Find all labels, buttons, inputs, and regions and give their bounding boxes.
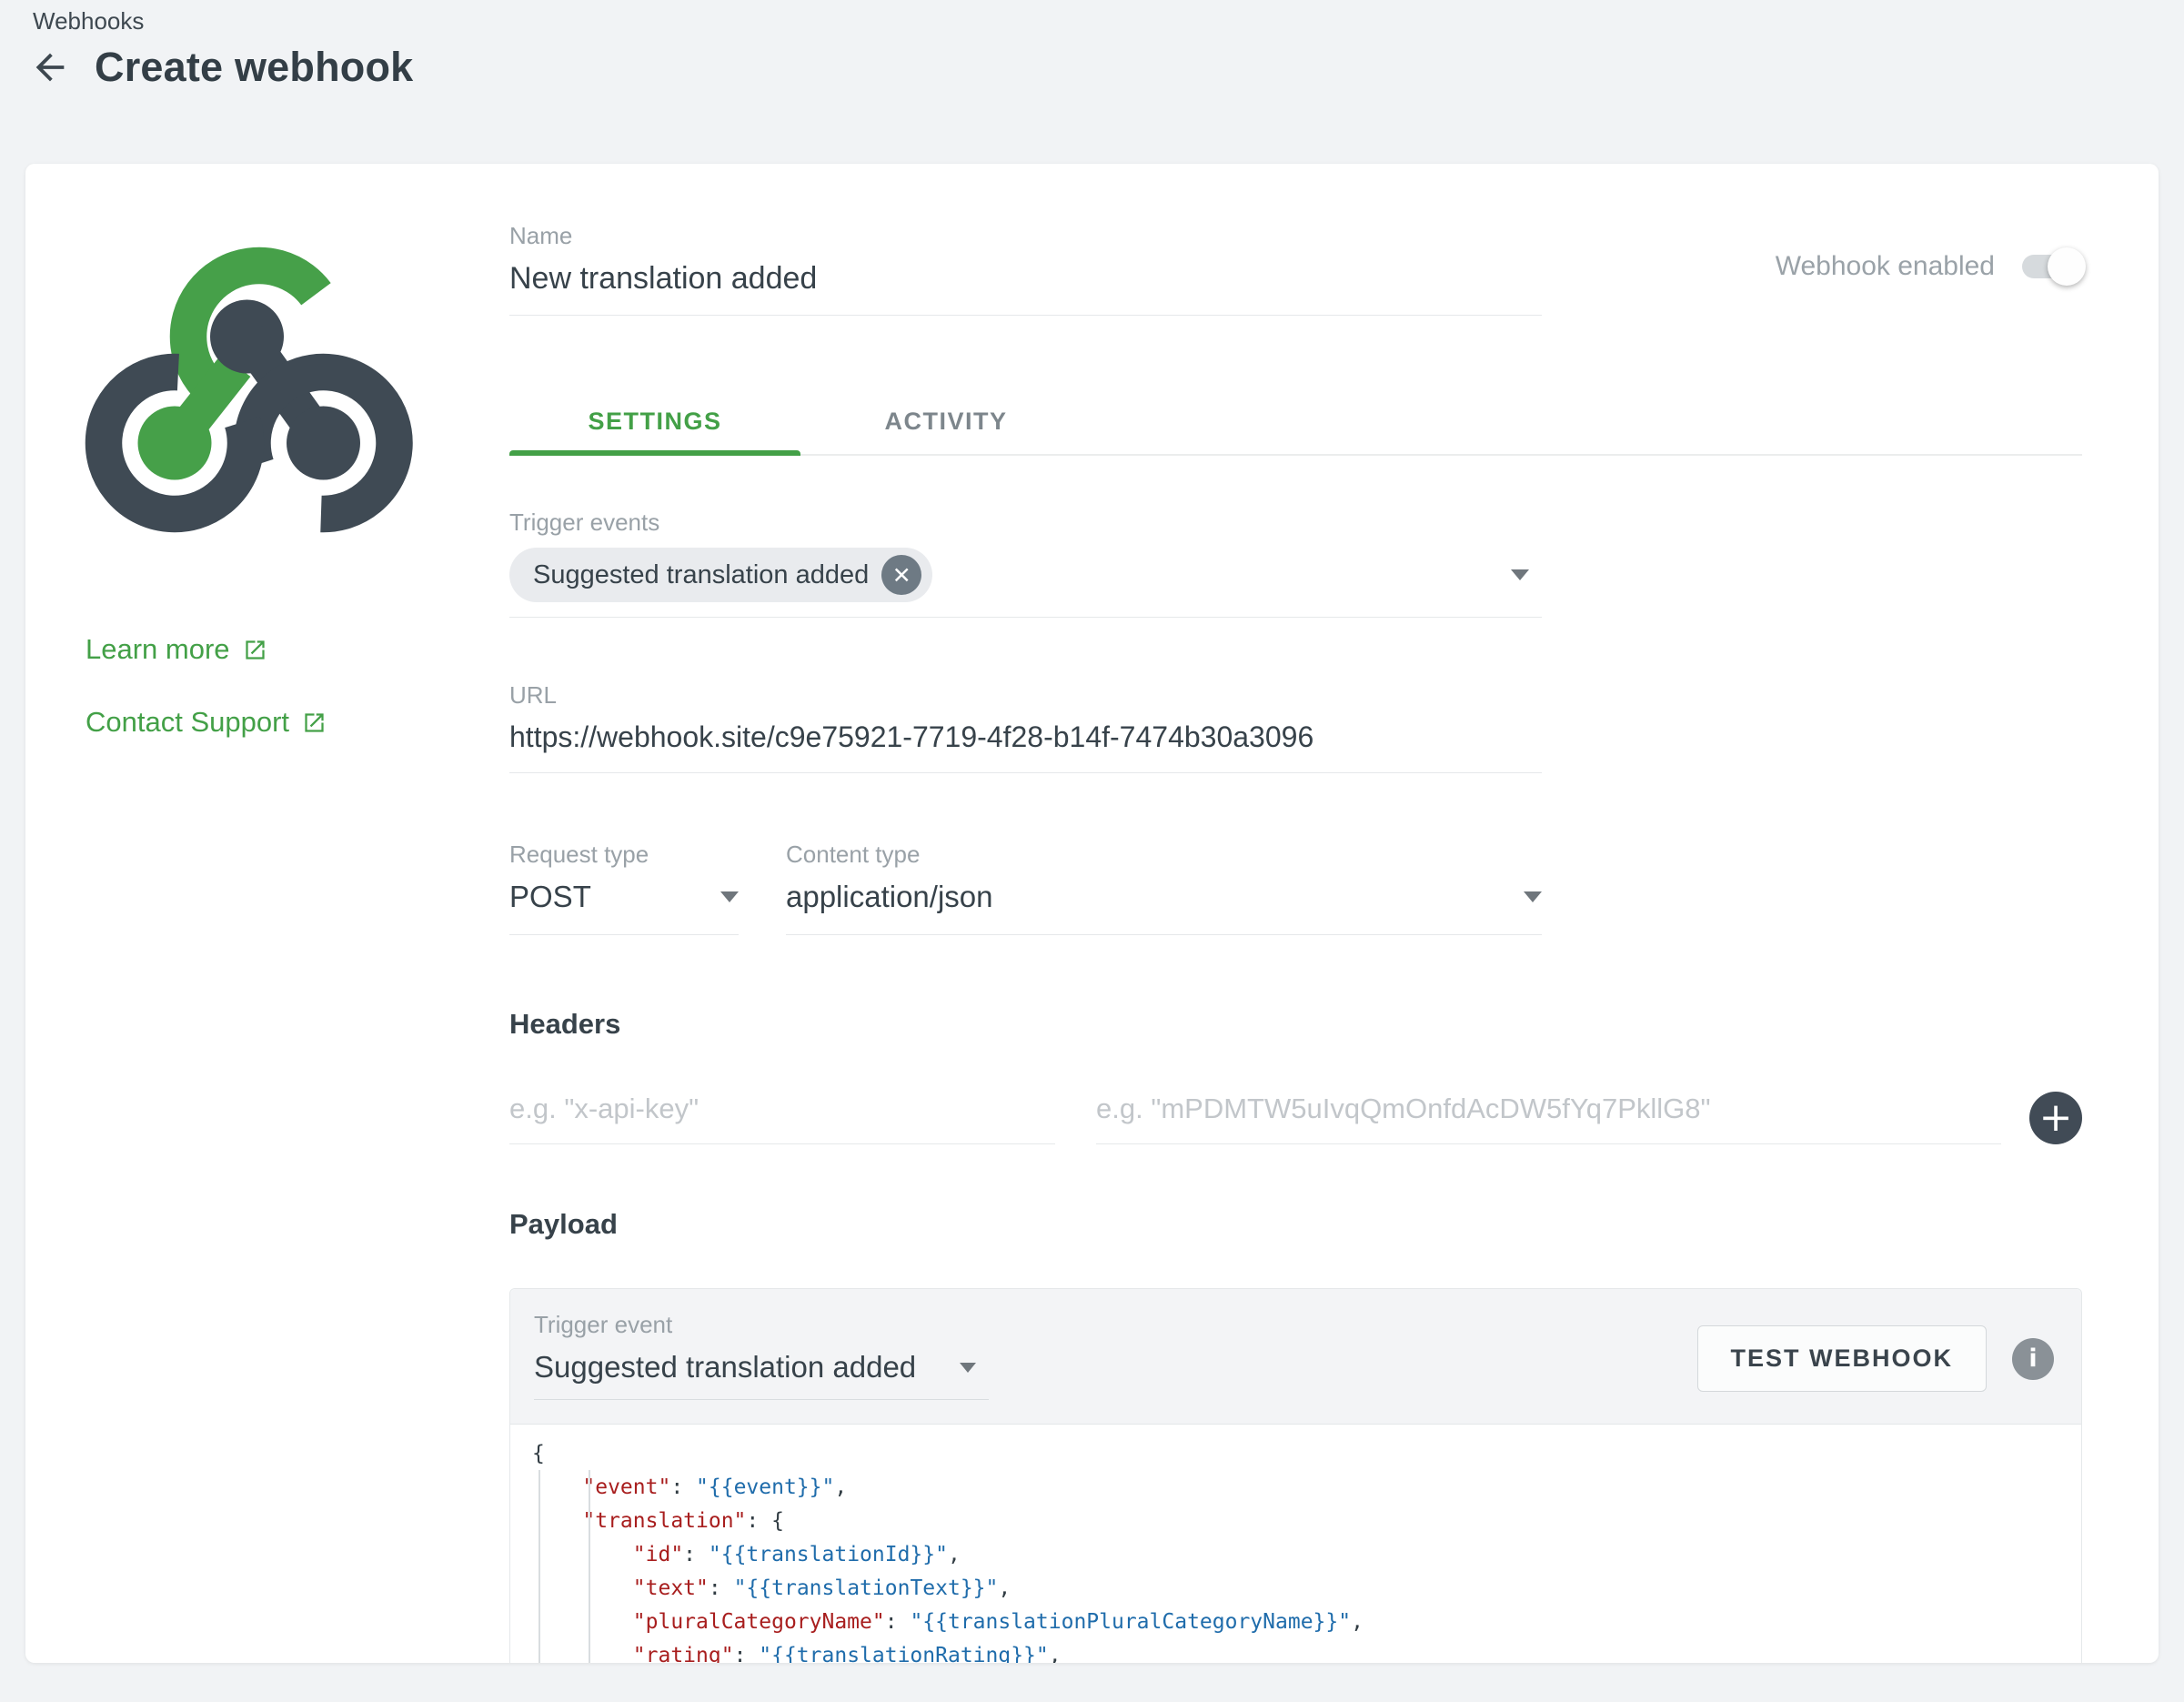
- payload-trigger-value: Suggested translation added: [534, 1350, 916, 1385]
- url-field: URL: [509, 681, 1542, 773]
- name-label: Name: [509, 222, 1542, 250]
- indent-guide: [589, 1470, 590, 1663]
- indent-guide: [538, 1470, 540, 1663]
- content-type-value: application/json: [786, 880, 993, 914]
- payload-heading: Payload: [509, 1208, 2082, 1241]
- toggle-thumb: [2048, 247, 2086, 286]
- learn-more-link[interactable]: Learn more: [86, 633, 327, 666]
- chevron-down-icon[interactable]: [720, 891, 739, 902]
- payload-code-lines: { "event": "{{event}}", "translation": {…: [532, 1437, 2081, 1663]
- chip-label: Suggested translation added: [533, 560, 869, 590]
- chip-remove-icon[interactable]: ✕: [881, 555, 921, 595]
- payload-panel-header: Trigger event Suggested translation adde…: [510, 1289, 2081, 1425]
- headers-heading: Headers: [509, 1008, 2082, 1041]
- test-webhook-button[interactable]: TEST WEBHOOK: [1697, 1325, 1988, 1392]
- panel-actions: TEST WEBHOOK i: [1697, 1325, 2055, 1392]
- payload-panel: Trigger event Suggested translation adde…: [509, 1288, 2082, 1663]
- payload-trigger-label: Trigger event: [534, 1311, 989, 1339]
- webhook-enabled-label: Webhook enabled: [1776, 251, 1995, 282]
- trigger-event-chip[interactable]: Suggested translation added ✕: [509, 548, 932, 602]
- tab-settings[interactable]: SETTINGS: [509, 388, 800, 454]
- breadcrumb[interactable]: Webhooks: [33, 7, 144, 35]
- chevron-down-icon[interactable]: [960, 1363, 976, 1373]
- contact-support-link[interactable]: Contact Support: [86, 706, 327, 739]
- request-type-value: POST: [509, 880, 591, 914]
- webhook-enabled-row: Webhook enabled: [1776, 251, 2082, 282]
- add-header-button[interactable]: +: [2029, 1092, 2082, 1144]
- request-type-label: Request type: [509, 841, 739, 869]
- page-title: Create webhook: [95, 44, 413, 91]
- header-value-input[interactable]: [1096, 1093, 2001, 1143]
- tab-bar: SETTINGS ACTIVITY: [509, 388, 2082, 456]
- contact-support-label: Contact Support: [86, 706, 289, 739]
- title-row: Create webhook: [27, 44, 413, 91]
- webhook-logo: [82, 217, 437, 580]
- chevron-down-icon[interactable]: [1511, 569, 1529, 580]
- external-link-icon: [302, 710, 327, 735]
- side-links: Learn more Contact Support: [86, 633, 327, 739]
- headers-row: +: [509, 1092, 2082, 1144]
- content-type-select[interactable]: Content type application/json: [786, 841, 1542, 935]
- learn-more-label: Learn more: [86, 633, 230, 666]
- trigger-events-label: Trigger events: [509, 509, 1542, 537]
- type-row: Request type POST Content type applicati…: [509, 841, 2082, 935]
- name-field: Name: [509, 222, 1542, 316]
- payload-code[interactable]: { "event": "{{event}}", "translation": {…: [510, 1425, 2081, 1663]
- external-link-icon: [243, 638, 267, 662]
- payload-trigger-select[interactable]: Trigger event Suggested translation adde…: [534, 1311, 989, 1400]
- webhook-card: Learn more Contact Support Name Webhook …: [25, 164, 2159, 1663]
- header-key-input[interactable]: [509, 1093, 1055, 1143]
- left-column: Learn more Contact Support: [25, 164, 509, 1663]
- chevron-down-icon[interactable]: [1524, 891, 1542, 902]
- tab-activity[interactable]: ACTIVITY: [800, 388, 1092, 454]
- back-arrow-icon: [29, 46, 71, 88]
- trigger-events-select[interactable]: Suggested translation added ✕: [509, 548, 1542, 618]
- url-input[interactable]: [509, 710, 1542, 772]
- url-label: URL: [509, 681, 1542, 710]
- info-icon[interactable]: i: [2012, 1338, 2054, 1380]
- name-input[interactable]: [509, 250, 1542, 315]
- request-type-select[interactable]: Request type POST: [509, 841, 739, 935]
- content-type-label: Content type: [786, 841, 1542, 869]
- webhook-enabled-toggle[interactable]: [2022, 255, 2082, 278]
- settings-form: Name Webhook enabled SETTINGS ACTIVITY T…: [509, 164, 2159, 1663]
- back-button[interactable]: [27, 45, 73, 90]
- trigger-events-field: Trigger events Suggested translation add…: [509, 509, 1542, 618]
